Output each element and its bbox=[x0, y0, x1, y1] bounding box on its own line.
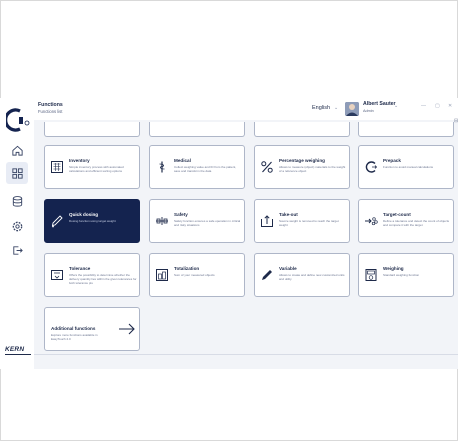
minimize-icon[interactable]: — bbox=[421, 103, 426, 109]
medical-icon bbox=[155, 160, 169, 174]
card-title: Variable bbox=[279, 266, 297, 271]
variable-icon bbox=[260, 268, 274, 282]
chevron-down-icon[interactable]: ⌄ bbox=[394, 103, 398, 109]
scroll-indicator[interactable]: ⊟ bbox=[454, 118, 458, 124]
card-title: Totalization bbox=[174, 266, 200, 271]
app-header: Functions Functions list English ⌄ Alber… bbox=[34, 98, 458, 120]
card-description: Safety function ensures a safe operation… bbox=[174, 219, 241, 227]
inventory-icon bbox=[50, 160, 64, 174]
function-card-quick-dosing[interactable]: Quick dosing Dosing function using targe… bbox=[44, 199, 140, 243]
totalization-icon bbox=[155, 268, 169, 282]
language-selector[interactable]: English bbox=[312, 105, 330, 111]
function-card-partial[interactable] bbox=[44, 122, 140, 137]
card-description: Source weight is removed to reach the ta… bbox=[279, 219, 339, 227]
card-description: Function to avoid manual calculations bbox=[383, 165, 434, 169]
card-description: Sum of your measured objects bbox=[174, 273, 215, 277]
card-description: Allows to measure (object) materials to … bbox=[279, 165, 346, 173]
page-title: Functions bbox=[38, 102, 63, 108]
close-icon[interactable]: ✕ bbox=[448, 103, 452, 109]
card-description: Simple inventory process with automated … bbox=[69, 165, 124, 173]
card-title: Target-count bbox=[383, 212, 411, 217]
dosing-icon bbox=[50, 214, 64, 228]
page-subtitle: Functions list bbox=[38, 109, 63, 114]
user-role: Admin bbox=[363, 109, 374, 113]
card-title: Inventory bbox=[69, 158, 90, 163]
function-card-partial[interactable] bbox=[254, 122, 350, 137]
card-description: Define a tolerance and detect the count … bbox=[383, 219, 450, 227]
safety-icon bbox=[155, 214, 169, 228]
database-icon[interactable] bbox=[10, 194, 24, 208]
divider bbox=[5, 354, 31, 355]
card-title: Prepack bbox=[383, 158, 401, 163]
additional-functions-card[interactable]: Additional functions Explore more functi… bbox=[44, 307, 140, 351]
card-description: Standard weighing function bbox=[383, 273, 420, 277]
function-card-medical[interactable]: Medical Collect weighing value and ID fr… bbox=[149, 145, 245, 189]
target-count-icon bbox=[364, 214, 378, 228]
function-card-partial[interactable] bbox=[149, 122, 245, 137]
brand-logo-icon bbox=[4, 108, 30, 132]
function-card-percentage-weighing[interactable]: Percentage weighing Allows to measure (o… bbox=[254, 145, 350, 189]
card-title: Take-out bbox=[279, 212, 298, 217]
card-description: Dosing function using target weight bbox=[69, 219, 116, 223]
card-title: Quick dosing bbox=[69, 212, 99, 217]
card-title: Safety bbox=[174, 212, 188, 217]
logout-icon[interactable] bbox=[10, 243, 24, 257]
percent-icon bbox=[260, 160, 274, 174]
card-description: Collect weighing value and ID from the p… bbox=[174, 165, 237, 173]
arrow-right-icon bbox=[118, 320, 136, 338]
card-title: Weighing bbox=[383, 266, 404, 271]
sidebar bbox=[0, 98, 34, 369]
weighing-icon bbox=[364, 268, 378, 282]
prepack-icon bbox=[364, 160, 378, 174]
maximize-icon[interactable]: ▢ bbox=[435, 103, 440, 109]
card-title: Percentage weighing bbox=[279, 158, 325, 163]
brand-name: KERN bbox=[5, 346, 25, 353]
card-description: Offers the possibility to determine whet… bbox=[69, 273, 137, 285]
function-card-totalization[interactable]: Totalization Sum of your measured object… bbox=[149, 253, 245, 297]
function-card-take-out[interactable]: Take-out Source weight is removed to rea… bbox=[254, 199, 350, 243]
card-description: Explore more functions available in Easy… bbox=[51, 333, 98, 341]
function-card-target-count[interactable]: Target-count Define a tolerance and dete… bbox=[358, 199, 454, 243]
user-name: Albert Sauter bbox=[363, 101, 396, 107]
takeout-icon bbox=[260, 214, 274, 228]
card-title: Tolerance bbox=[69, 266, 91, 271]
chevron-down-icon[interactable]: ⌄ bbox=[334, 105, 338, 111]
function-card-prepack[interactable]: Prepack Function to avoid manual calcula… bbox=[358, 145, 454, 189]
function-card-partial[interactable] bbox=[358, 122, 454, 137]
function-card-tolerance[interactable]: Tolerance Offers the possibility to dete… bbox=[44, 253, 140, 297]
card-description: Allows to create and define new customiz… bbox=[279, 273, 345, 281]
avatar[interactable] bbox=[345, 102, 359, 116]
tolerance-icon bbox=[50, 268, 64, 282]
grid-icon[interactable] bbox=[10, 166, 24, 180]
function-card-weighing[interactable]: Weighing Standard weighing function bbox=[358, 253, 454, 297]
function-card-safety[interactable]: Safety Safety function ensures a safe op… bbox=[149, 199, 245, 243]
card-title: Additional functions bbox=[51, 326, 96, 331]
card-title: Medical bbox=[174, 158, 191, 163]
function-card-variable[interactable]: Variable Allows to create and define new… bbox=[254, 253, 350, 297]
settings-icon[interactable] bbox=[10, 219, 24, 233]
function-card-inventory[interactable]: Inventory Simple inventory process with … bbox=[44, 145, 140, 189]
divider bbox=[34, 354, 458, 355]
home-icon[interactable] bbox=[10, 143, 24, 157]
